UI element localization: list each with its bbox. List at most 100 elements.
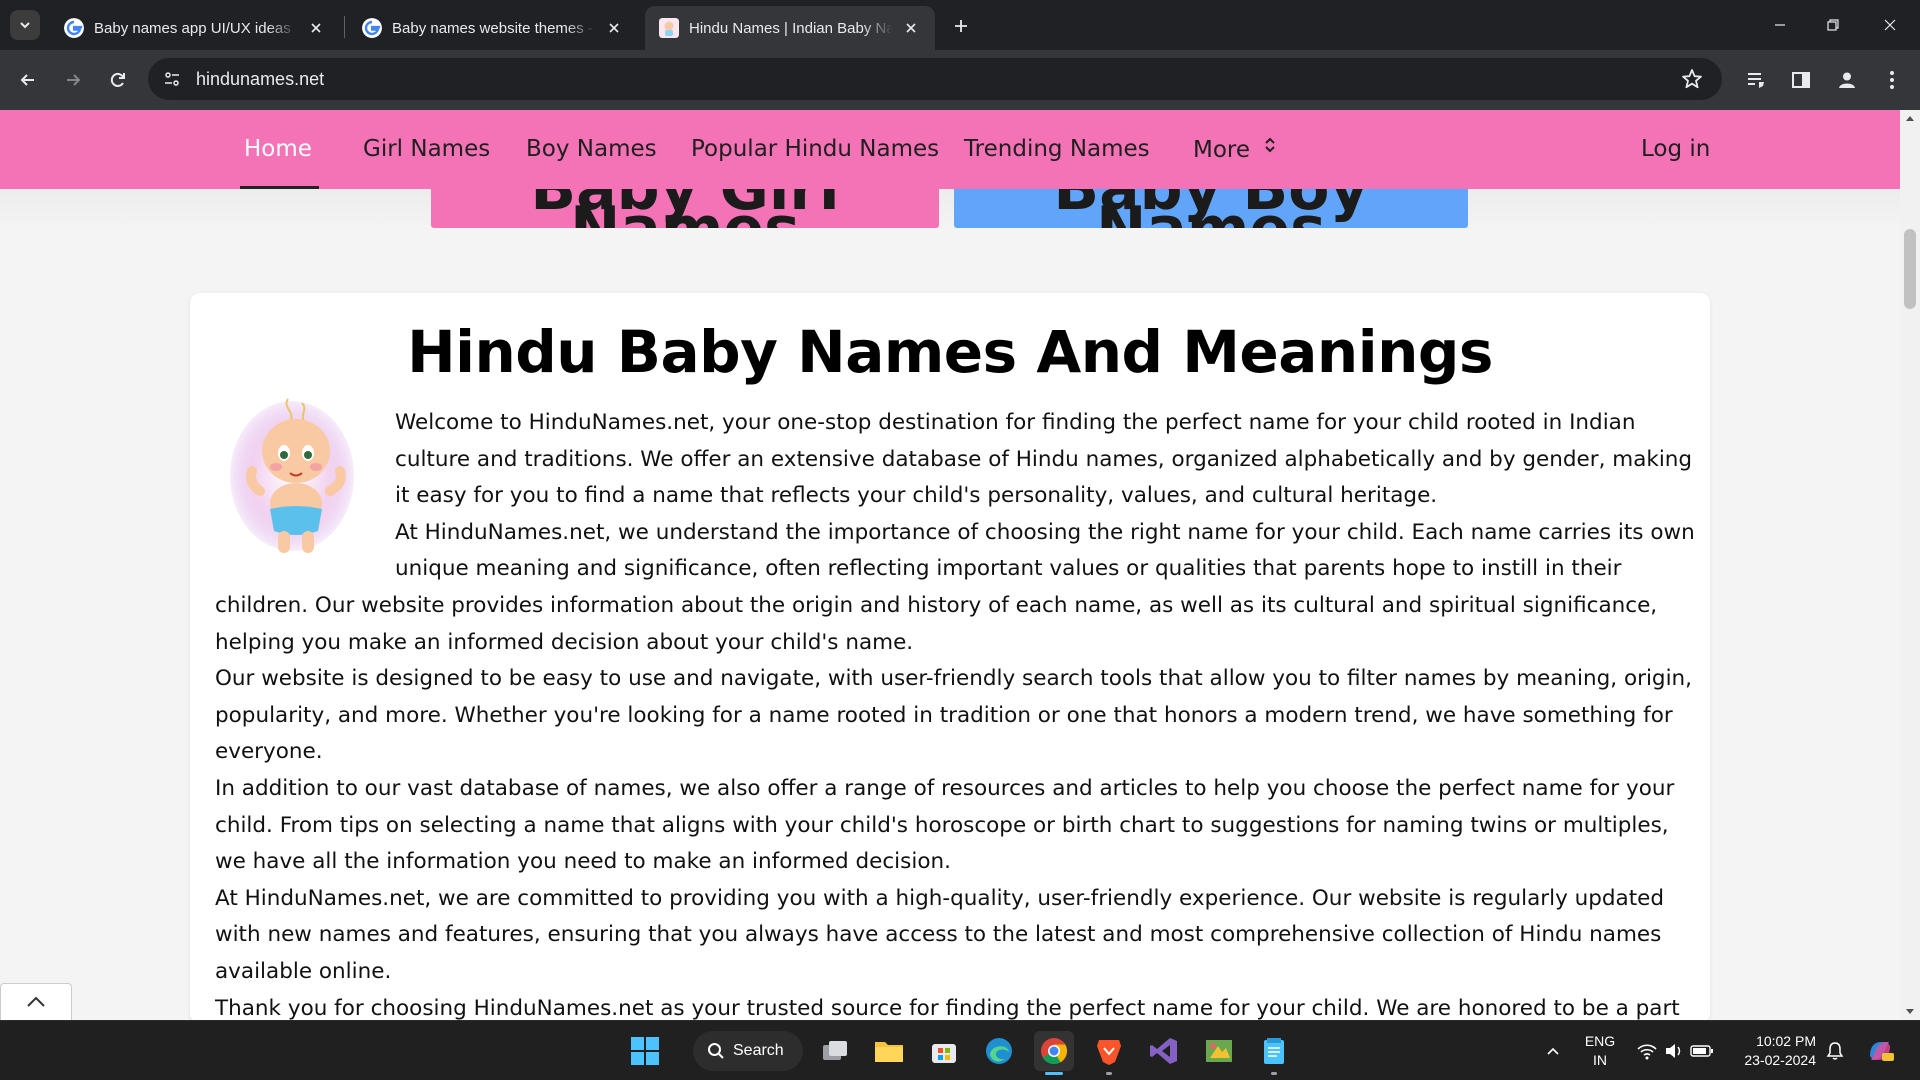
bell-icon <box>1826 1042 1844 1060</box>
language-label: ENG <box>1584 1033 1616 1049</box>
tab-title: Baby names website themes - G <box>392 19 596 37</box>
nav-trending-names[interactable]: Trending Names <box>964 136 1150 162</box>
back-button[interactable] <box>10 62 46 98</box>
forward-arrow-icon <box>67 74 81 86</box>
notepad-button[interactable] <box>1254 1031 1294 1075</box>
chevron-up-icon <box>27 996 45 1007</box>
nav-home[interactable]: Home <box>244 136 312 162</box>
scroll-to-top-button[interactable] <box>0 983 72 1020</box>
scroll-down-arrow-icon[interactable] <box>1900 1004 1920 1020</box>
language-indicator[interactable]: ENG IN <box>1578 1032 1622 1070</box>
visual-studio-button[interactable] <box>1144 1031 1184 1071</box>
intro-paragraph: In addition to our vast database of name… <box>215 775 1675 875</box>
running-app-indicator <box>1271 1072 1277 1075</box>
tab-strip: Baby names app UI/UX ideas - G Baby name… <box>0 0 1920 50</box>
clock-date: 23-02-2024 <box>1744 1052 1816 1068</box>
chevron-down-icon <box>20 22 30 29</box>
notifications-button[interactable] <box>1815 1031 1855 1071</box>
clock[interactable]: 10:02 PM 23-02-2024 <box>1728 1032 1816 1070</box>
brave-button[interactable] <box>1089 1031 1129 1075</box>
store-button[interactable] <box>924 1031 964 1071</box>
close-icon[interactable] <box>901 18 921 38</box>
app-icon <box>1206 1040 1232 1062</box>
page-title: Hindu Baby Names And Meanings <box>407 318 1493 386</box>
close-icon[interactable] <box>306 18 326 38</box>
reading-list-button[interactable] <box>1738 62 1774 98</box>
hero-banner: Baby Girl Names Baby Boy Names <box>0 189 1900 233</box>
image-float-spacer <box>215 405 395 580</box>
scrollbar-thumb[interactable] <box>1904 229 1916 309</box>
copilot-icon <box>1870 1042 1894 1061</box>
reading-list-icon <box>1748 73 1764 88</box>
intro-paragraph: Our website is designed to be easy to us… <box>215 666 1693 765</box>
tab-separator <box>344 16 345 38</box>
nav-girl-names[interactable]: Girl Names <box>363 136 490 162</box>
app-button[interactable] <box>1199 1031 1239 1071</box>
profile-button[interactable] <box>1829 62 1865 98</box>
minimize-icon <box>1775 24 1785 26</box>
active-nav-indicator <box>240 186 319 189</box>
address-bar[interactable]: hindunames.net <box>148 58 1722 100</box>
reload-button[interactable] <box>100 62 136 98</box>
network-volume-battery-tray[interactable] <box>1630 1031 1720 1071</box>
nav-more-label: More <box>1193 137 1251 163</box>
baby-boy-names-button[interactable]: Baby Boy Names <box>954 189 1468 228</box>
hindunames-favicon <box>659 18 679 38</box>
google-favicon <box>362 18 382 38</box>
page-scrollbar[interactable] <box>1900 110 1920 1020</box>
side-panel-button[interactable] <box>1783 62 1819 98</box>
wifi-icon <box>1637 1044 1657 1060</box>
tab-2[interactable]: Baby names website themes - G <box>348 6 638 50</box>
site-info-icon[interactable] <box>160 67 184 91</box>
start-button[interactable] <box>625 1031 665 1071</box>
google-favicon <box>64 18 84 38</box>
new-tab-button[interactable] <box>945 10 977 42</box>
edge-button[interactable] <box>979 1031 1019 1071</box>
show-hidden-icons-button[interactable] <box>1533 1031 1573 1071</box>
active-app-indicator <box>1045 1072 1063 1075</box>
profile-icon <box>1839 72 1855 88</box>
forward-button[interactable] <box>55 62 91 98</box>
store-icon <box>932 1044 956 1063</box>
task-view-button[interactable] <box>815 1031 855 1071</box>
taskbar-search-label: Search <box>733 1042 784 1059</box>
windows-taskbar: Search ENG IN 10:02 PM 23-02-2024 <box>0 1020 1920 1080</box>
brave-icon <box>1097 1040 1121 1065</box>
baby-girl-names-button[interactable]: Baby Girl Names <box>431 189 939 228</box>
intro-paragraph: Thank you for choosing HinduNames.net as… <box>215 995 1680 1021</box>
scroll-up-arrow-icon[interactable] <box>1900 110 1920 126</box>
nav-popular-hindu-names[interactable]: Popular Hindu Names <box>691 136 939 162</box>
nav-more-dropdown[interactable]: More <box>1193 136 1276 163</box>
browser-menu-button[interactable] <box>1874 62 1910 98</box>
copilot-button[interactable] <box>1860 1031 1900 1071</box>
chrome-button[interactable] <box>1034 1031 1074 1075</box>
restore-icon <box>1827 19 1839 31</box>
url-text[interactable]: hindunames.net <box>196 69 324 90</box>
minimize-button[interactable] <box>1750 0 1810 50</box>
close-window-button[interactable] <box>1860 0 1920 50</box>
reload-icon <box>110 72 125 87</box>
volume-icon <box>1666 1044 1681 1058</box>
intro-text: Welcome to HinduNames.net, your one-stop… <box>215 405 1695 1020</box>
taskbar-search[interactable]: Search <box>693 1031 803 1071</box>
nav-boy-names[interactable]: Boy Names <box>526 136 657 162</box>
tab-1[interactable]: Baby names app UI/UX ideas - G <box>50 6 340 50</box>
region-label: IN <box>1593 1052 1607 1068</box>
file-explorer-button[interactable] <box>869 1031 909 1071</box>
page-viewport: Home Girl Names Boy Names Popular Hindu … <box>0 110 1920 1020</box>
close-window-icon <box>1884 19 1896 31</box>
intro-paragraph: Welcome to HinduNames.net, your one-stop… <box>395 410 1693 509</box>
browser-toolbar: hindunames.net <box>0 50 1920 110</box>
close-icon[interactable] <box>604 18 624 38</box>
tab-3-active[interactable]: Hindu Names | Indian Baby Nam <box>645 6 935 50</box>
bookmark-star-icon[interactable] <box>1680 67 1704 91</box>
chrome-icon <box>1041 1038 1068 1065</box>
site-navbar: Home Girl Names Boy Names Popular Hindu … <box>0 110 1900 189</box>
tab-search-button[interactable] <box>10 10 40 40</box>
login-link[interactable]: Log in <box>1641 136 1710 162</box>
plus-icon <box>955 20 967 32</box>
tab-title: Hindu Names | Indian Baby Nam <box>689 19 893 37</box>
file-explorer-icon <box>875 1042 903 1062</box>
restore-button[interactable] <box>1803 0 1863 50</box>
intro-paragraph: At HinduNames.net, we are committed to p… <box>215 885 1665 984</box>
